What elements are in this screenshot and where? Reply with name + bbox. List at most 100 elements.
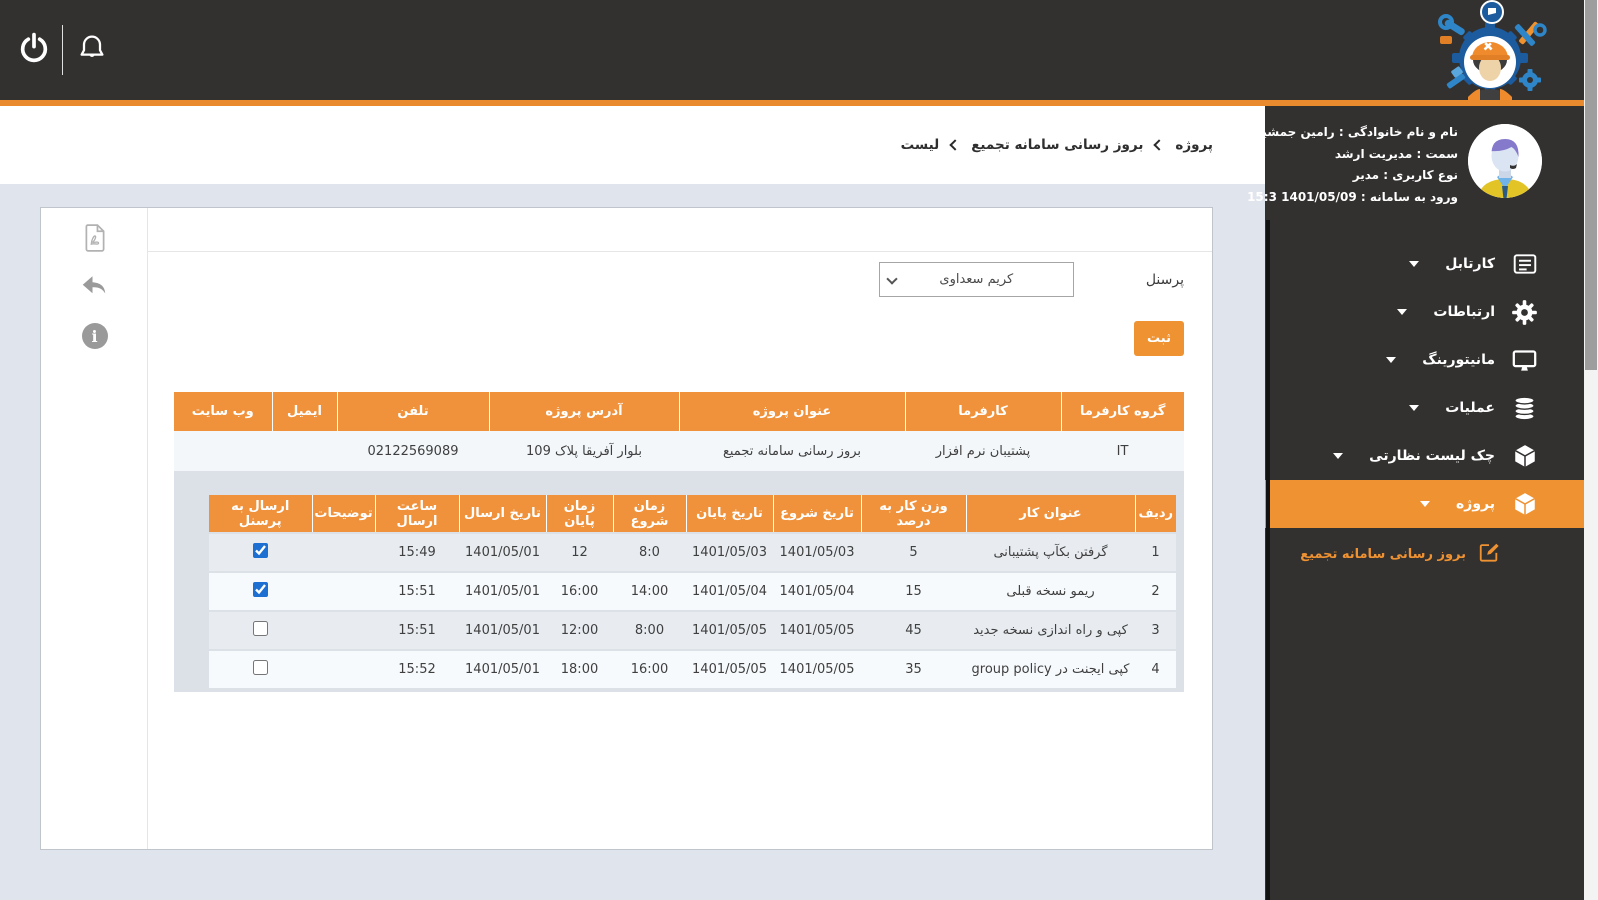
start-date-cell: 1401/05/05 [773,650,861,689]
task-row: 3 کپی و راه اندازی نسخه جدید 45 1401/05/… [209,611,1176,650]
avatar [1468,124,1542,198]
chevron-left-icon [950,139,961,150]
gear-icon [1511,299,1538,326]
sidebar-item-monitoring[interactable]: مانیتورینگ [1265,336,1584,384]
row-no-cell: 4 [1135,650,1176,689]
sidebar-item-label: پروژه [1456,496,1495,512]
end-time-cell: 16:00 [546,572,613,611]
project-address-cell: بلوار آفریقا پلاک 109 [489,431,679,471]
sidebar: نام و نام خانوادگی : رامین جمشیدیان سمت … [1265,106,1584,900]
monitor-icon [1511,347,1538,374]
caret-down-icon [1386,357,1396,363]
notifications-button[interactable] [70,28,114,72]
database-icon [1511,395,1538,422]
power-button[interactable] [12,28,56,72]
task-title-cell: گرفتن بکآپ پشتیبانی [966,533,1135,572]
user-login-time: ورود به سامانه : 1401/05/09 15:3 [1236,187,1458,209]
export-pdf-button[interactable] [75,220,115,260]
col-website: وب سایت [174,392,272,431]
col-send-time: ساعت ارسال [375,495,459,533]
breadcrumb-item-list[interactable]: لیست [901,137,940,153]
sidebar-item-operations[interactable]: عملیات [1265,384,1584,432]
sidebar-item-label: کارتابل [1445,256,1495,272]
col-project-title: عنوان پروژه [679,392,905,431]
send-date-cell: 1401/05/01 [459,650,546,689]
end-date-cell: 1401/05/03 [686,533,773,572]
send-checkbox-cell [209,572,312,611]
end-time-cell: 12 [546,533,613,572]
start-time-cell: 16:00 [613,650,686,689]
caret-down-icon [1409,261,1419,267]
send-to-personnel-checkbox[interactable] [253,543,268,558]
weight-cell: 5 [861,533,966,572]
send-time-cell: 15:52 [375,650,459,689]
back-icon [80,273,110,303]
col-end-time: زمان پایان [546,495,613,533]
email-cell [272,431,337,471]
tasks-table-container: ردیف عنوان کار وزن کار به درصد تاریخ شرو… [174,471,1184,692]
col-row-no: ردیف [1135,495,1176,533]
caret-down-icon [1333,453,1343,459]
send-time-cell: 15:49 [375,533,459,572]
cartable-icon [1511,251,1538,278]
sidebar-item-project[interactable]: پروژه [1265,480,1584,528]
topbar-divider [62,25,63,75]
pdf-export-icon [80,222,110,258]
col-phone: تلفن [337,392,489,431]
notes-cell [312,611,375,650]
end-date-cell: 1401/05/05 [686,611,773,650]
sidebar-item-cartable[interactable]: کارتابل [1265,240,1584,288]
sidebar-item-communications[interactable]: ارتباطات [1265,288,1584,336]
col-task-title: عنوان کار [966,495,1135,533]
col-weight-percent: وزن کار به درصد [861,495,966,533]
power-icon [17,31,51,69]
caret-down-icon [1420,501,1430,507]
col-notes: توضیحات [312,495,375,533]
col-employer-group: گروه کارفرما [1061,392,1184,431]
caret-down-icon [1397,309,1407,315]
scrollbar-thumb[interactable] [1585,0,1597,370]
send-to-personnel-checkbox[interactable] [253,621,268,636]
sidebar-menu: کارتابل [1265,240,1584,572]
row-no-cell: 1 [1135,533,1176,572]
breadcrumb: پروژه بروز رسانی سامانه تجمیع لیست [901,137,1213,153]
breadcrumb-item-page[interactable]: بروز رسانی سامانه تجمیع [971,137,1143,153]
send-checkbox-cell [209,650,312,689]
col-send-date: تاریخ ارسال [459,495,546,533]
website-cell [174,431,272,471]
sidebar-subitem-label: بروز رسانی سامانه تجمیع [1300,547,1466,562]
start-date-cell: 1401/05/04 [773,572,861,611]
personnel-label: پرسنل [1146,272,1184,288]
topbar [0,0,1584,100]
info-button[interactable]: i [75,316,115,356]
breadcrumb-item-project[interactable]: پروژه [1175,137,1213,153]
notes-cell [312,572,375,611]
panel-body: پرسنل کریم سعداوی ثبت گروه کارفرما کارفر… [148,253,1212,849]
chevron-left-icon [1154,139,1165,150]
sidebar-subitem-update-system[interactable]: بروز رسانی سامانه تجمیع [1265,536,1584,572]
col-start-time: زمان شروع [613,495,686,533]
panel-header [148,208,1212,252]
weight-cell: 15 [861,572,966,611]
end-time-cell: 12:00 [546,611,613,650]
send-date-cell: 1401/05/01 [459,533,546,572]
send-checkbox-cell [209,611,312,650]
task-row: 1 گرفتن بکآپ پشتیبانی 5 1401/05/03 1401/… [209,533,1176,572]
col-project-address: آدرس پروژه [489,392,679,431]
start-time-cell: 14:00 [613,572,686,611]
task-title-cell: ریمو نسخه قبلی [966,572,1135,611]
back-button[interactable] [75,268,115,308]
end-time-cell: 18:00 [546,650,613,689]
project-table-row: IT پشتیبان نرم افزار بروز رسانی سامانه ت… [174,431,1184,471]
personnel-select[interactable]: کریم سعداوی [879,262,1074,297]
send-date-cell: 1401/05/01 [459,572,546,611]
sidebar-item-checklist[interactable]: چک لیست نظارتی [1265,432,1584,480]
page-scrollbar[interactable] [1584,0,1598,900]
send-date-cell: 1401/05/01 [459,611,546,650]
content-panel: i پرسنل کریم سعداوی ثبت گروه ک [40,207,1213,850]
breadcrumb-band: پروژه بروز رسانی سامانه تجمیع لیست [0,106,1265,184]
side-toolbar: i [41,208,148,849]
send-to-personnel-checkbox[interactable] [253,582,268,597]
send-to-personnel-checkbox[interactable] [253,660,268,675]
submit-button[interactable]: ثبت [1134,321,1184,356]
